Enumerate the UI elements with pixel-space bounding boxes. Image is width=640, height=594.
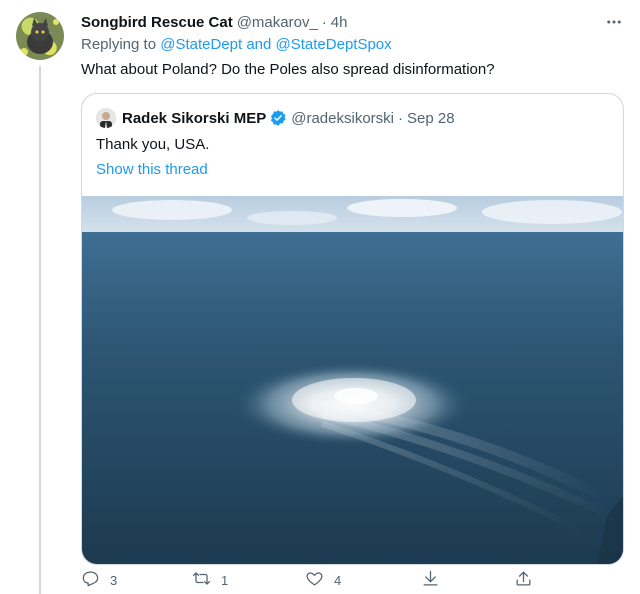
replying-to: Replying to @StateDept and @StateDeptSpo…: [81, 36, 392, 53]
download-icon: [421, 569, 440, 591]
more-dots-icon[interactable]: [604, 12, 624, 32]
author-name[interactable]: Songbird Rescue Cat: [81, 14, 233, 31]
replying-handles-link[interactable]: @StateDept and @StateDeptSpox: [160, 36, 391, 53]
action-bar: 3 1 4: [81, 570, 541, 590]
like-icon: [305, 569, 324, 591]
avatar[interactable]: [16, 12, 64, 60]
quoted-separator: ·: [398, 109, 403, 127]
quoted-date: Sep 28: [407, 109, 455, 127]
share-icon: [514, 569, 533, 591]
tweet-header: Songbird Rescue Cat @makarov_ · 4h: [81, 12, 624, 32]
quoted-author-handle: @radeksikorski: [291, 109, 394, 127]
like-button[interactable]: 4: [305, 570, 341, 590]
download-button[interactable]: [421, 570, 440, 590]
reply-button[interactable]: 3: [81, 570, 117, 590]
share-button[interactable]: [514, 570, 533, 590]
retweet-count: 1: [221, 572, 229, 588]
show-thread-link[interactable]: Show this thread: [96, 161, 208, 178]
tweet-text: What about Poland? Do the Poles also spr…: [81, 61, 495, 78]
sea-photo[interactable]: [82, 196, 623, 564]
quoted-tweet[interactable]: Radek Sikorski MEP @radeksikorski · Sep …: [81, 93, 624, 565]
reply-icon: [81, 569, 100, 591]
quoted-avatar: [96, 108, 116, 128]
retweet-icon: [192, 569, 211, 591]
replying-prefix: Replying to: [81, 36, 161, 53]
quoted-header: Radek Sikorski MEP @radeksikorski · Sep …: [96, 107, 455, 129]
tweet-time[interactable]: 4h: [331, 14, 348, 31]
quoted-text: Thank you, USA.: [96, 136, 210, 153]
verified-badge-icon: [269, 109, 287, 127]
separator-dot: ·: [321, 13, 327, 31]
reply-count: 3: [110, 572, 118, 588]
quoted-author-name: Radek Sikorski MEP: [122, 109, 267, 127]
retweet-button[interactable]: 1: [192, 570, 228, 590]
thread-line: [39, 66, 41, 594]
like-count: 4: [334, 572, 342, 588]
author-handle[interactable]: @makarov_: [237, 14, 318, 31]
